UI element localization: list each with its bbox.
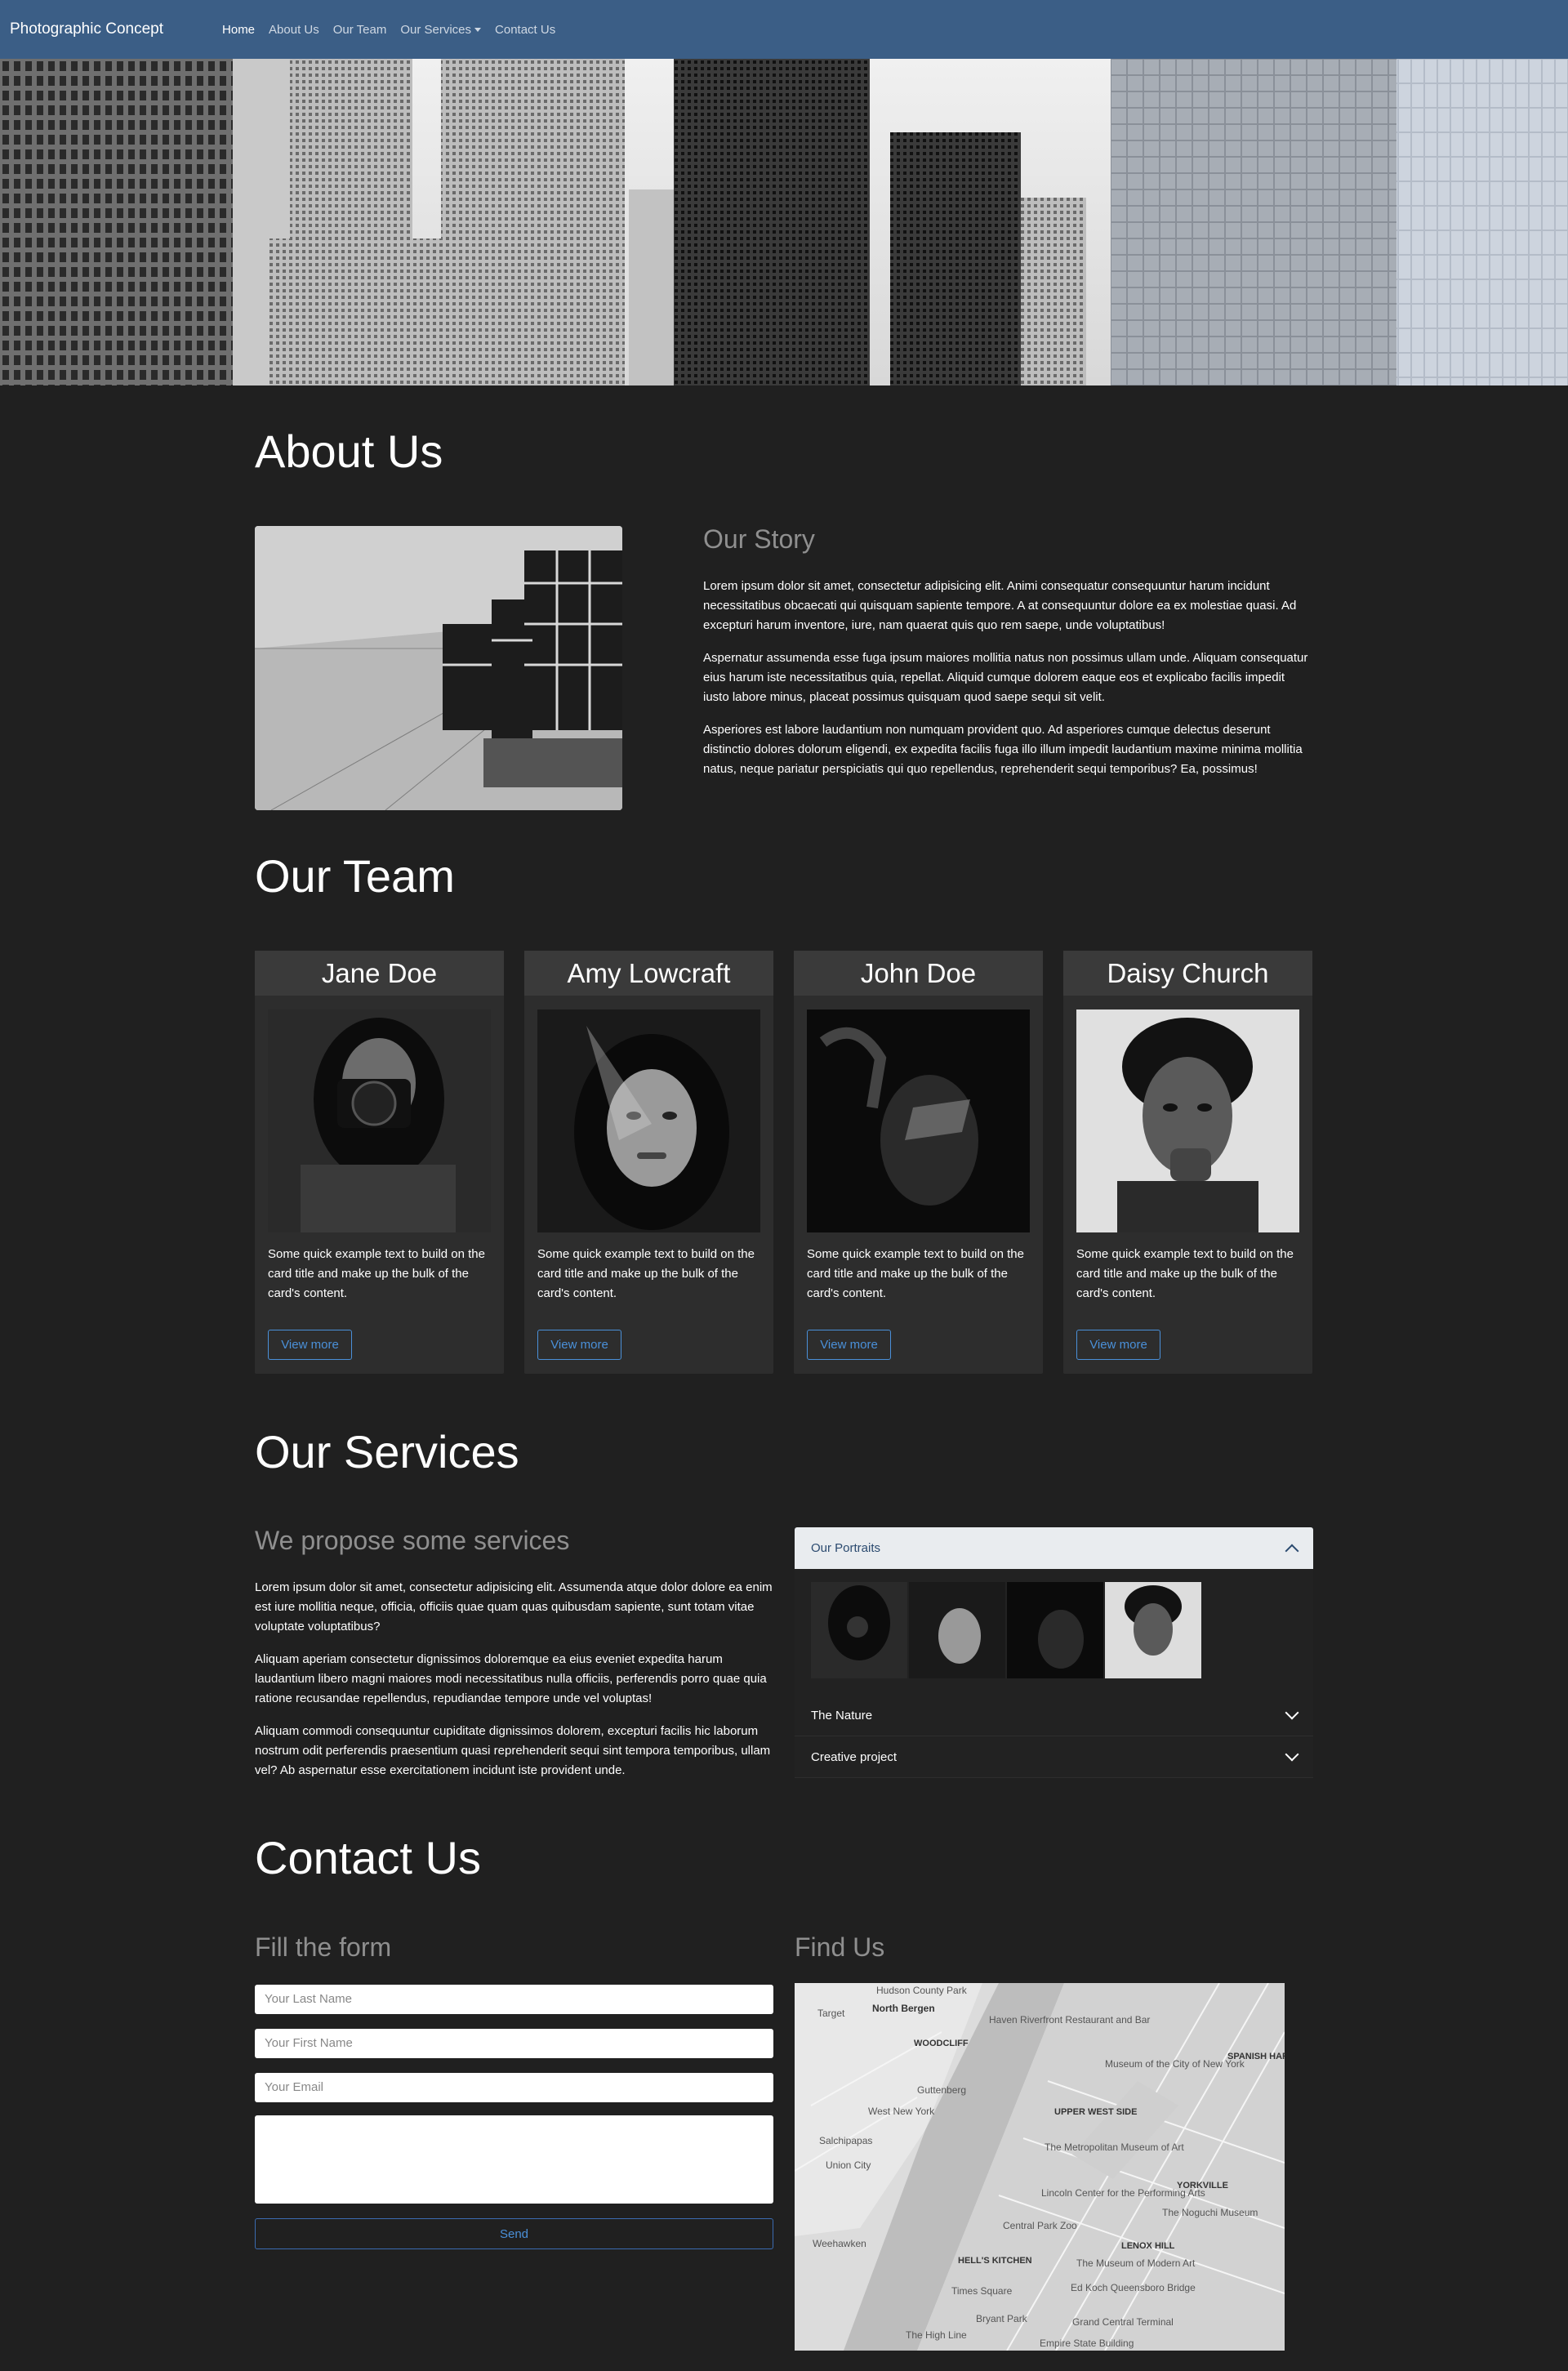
map-label: HELL'S KITCHEN xyxy=(958,2256,1032,2266)
map-label: Central Park Zoo xyxy=(1003,2220,1077,2231)
map-label: The High Line xyxy=(906,2329,967,2341)
map-label: Haven Riverfront Restaurant and Bar xyxy=(989,2014,1151,2026)
portrait-thumbnail[interactable] xyxy=(909,1582,1005,1678)
caret-down-icon xyxy=(474,28,482,33)
last-name-input[interactable]: Your Last Name xyxy=(255,1985,773,2014)
about-text-block: Lorem ipsum dolor sit amet, consectetur … xyxy=(703,577,1313,792)
team-card: John Doe Some quick example text to buil… xyxy=(794,951,1043,1374)
map-label: Lincoln Center for the Performing Arts xyxy=(1041,2187,1205,2199)
map-label: Weehawken xyxy=(813,2238,866,2249)
map-label: Hudson County Park xyxy=(876,1985,967,1996)
chevron-down-icon xyxy=(1285,1747,1299,1762)
map-label: North Bergen xyxy=(872,2003,935,2014)
view-more-button[interactable]: View more xyxy=(268,1330,352,1360)
accordion-label: Our Portraits xyxy=(811,1541,881,1555)
team-card: Amy Lowcraft Some quick example text to … xyxy=(524,951,773,1374)
team-photo xyxy=(1076,1009,1299,1232)
nav-link-team[interactable]: Our Team xyxy=(333,23,387,37)
first-name-input[interactable]: Your First Name xyxy=(255,2029,773,2058)
map-label: WOODCLIFF xyxy=(914,2039,969,2048)
brand-logo[interactable]: Photographic Concept xyxy=(10,20,163,38)
portrait-thumbnail[interactable] xyxy=(1105,1582,1201,1678)
card-description: Some quick example text to build on the … xyxy=(268,1247,485,1300)
nav-link-home[interactable]: Home xyxy=(222,23,255,37)
google-map[interactable]: Hudson County Park North Bergen Target H… xyxy=(795,1983,1285,2351)
map-label: Target xyxy=(817,2008,845,2019)
card-name: John Doe xyxy=(794,951,1043,996)
accordion-header-portraits[interactable]: Our Portraits xyxy=(795,1527,1313,1569)
portrait-thumbnail[interactable] xyxy=(811,1582,907,1678)
map-label: Ed Koch Queensboro Bridge xyxy=(1071,2282,1196,2293)
card-name: Jane Doe xyxy=(255,951,504,996)
about-subtitle: Our Story xyxy=(703,524,815,554)
view-more-button[interactable]: View more xyxy=(1076,1330,1160,1360)
hero-banner-image xyxy=(0,59,1568,386)
navbar: Photographic Concept Home About Us Our T… xyxy=(0,0,1568,59)
map-label: The Noguchi Museum xyxy=(1162,2207,1258,2218)
services-paragraph: Aliquam commodi consequuntur cupiditate … xyxy=(255,1724,771,1777)
map-label: Grand Central Terminal xyxy=(1072,2316,1174,2328)
map-label: SPANISH HARLEM xyxy=(1227,2052,1285,2061)
form-title: Fill the form xyxy=(255,1932,392,1962)
hero-skyline-illustration xyxy=(0,59,1568,386)
nav-link-services-label: Our Services xyxy=(400,22,472,37)
contact-title: Contact Us xyxy=(255,1832,481,1883)
portrait-thumbnail[interactable] xyxy=(1007,1582,1103,1678)
card-description: Some quick example text to build on the … xyxy=(807,1247,1024,1300)
view-more-button[interactable]: View more xyxy=(537,1330,621,1360)
nav-link-about[interactable]: About Us xyxy=(269,23,319,37)
map-label: The Metropolitan Museum of Art xyxy=(1045,2141,1184,2153)
chevron-up-icon xyxy=(1285,1544,1299,1558)
about-architecture-image xyxy=(255,526,622,810)
message-textarea[interactable] xyxy=(255,2115,773,2204)
about-title: About Us xyxy=(255,426,443,477)
map-label: Bryant Park xyxy=(976,2313,1027,2324)
accordion-header-creative[interactable]: Creative project xyxy=(795,1736,1313,1778)
nav-link-contact[interactable]: Contact Us xyxy=(495,23,555,37)
map-label: West New York xyxy=(868,2106,935,2117)
team-photo xyxy=(537,1009,760,1232)
services-title: Our Services xyxy=(255,1426,519,1477)
about-paragraph: Lorem ipsum dolor sit amet, consectetur … xyxy=(703,579,1297,632)
card-description: Some quick example text to build on the … xyxy=(537,1247,755,1300)
about-paragraph: Asperiores est labore laudantium non num… xyxy=(703,723,1303,776)
services-subtitle: We propose some services xyxy=(255,1526,570,1555)
services-paragraph: Aliquam aperiam consectetur dignissimos … xyxy=(255,1652,767,1705)
chevron-down-icon xyxy=(1285,1705,1299,1720)
email-input[interactable]: Your Email xyxy=(255,2073,773,2102)
map-label: Guttenberg xyxy=(917,2084,967,2096)
send-button[interactable]: Send xyxy=(255,2218,773,2249)
map-label: Empire State Building xyxy=(1040,2338,1134,2349)
accordion-label: The Nature xyxy=(811,1708,873,1723)
accordion-body-portraits xyxy=(795,1569,1313,1695)
map-label: The Museum of Modern Art xyxy=(1076,2257,1196,2269)
card-description: Some quick example text to build on the … xyxy=(1076,1247,1294,1300)
map-label: UPPER WEST SIDE xyxy=(1054,2107,1138,2117)
card-name: Amy Lowcraft xyxy=(524,951,773,996)
team-photo xyxy=(268,1009,491,1232)
nav-links: Home About Us Our Team Our Services Cont… xyxy=(222,23,569,37)
map-label: Salchipapas xyxy=(819,2135,873,2146)
about-paragraph: Aspernatur assumenda esse fuga ipsum mai… xyxy=(703,651,1308,704)
map-label: Museum of the City of New York xyxy=(1105,2058,1245,2070)
map-label: Union City xyxy=(826,2159,871,2171)
accordion-header-nature[interactable]: The Nature xyxy=(795,1695,1313,1736)
map-label: Times Square xyxy=(951,2285,1013,2297)
view-more-button[interactable]: View more xyxy=(807,1330,891,1360)
map-label: LENOX HILL xyxy=(1121,2241,1175,2251)
team-photo xyxy=(807,1009,1030,1232)
services-accordion: Our Portraits The Nature Creative projec… xyxy=(795,1527,1313,1778)
services-paragraph: Lorem ipsum dolor sit amet, consectetur … xyxy=(255,1580,773,1633)
card-name: Daisy Church xyxy=(1063,951,1312,996)
map-title: Find Us xyxy=(795,1932,885,1962)
team-card: Daisy Church Some quick example text to … xyxy=(1063,951,1312,1374)
team-title: Our Team xyxy=(255,850,455,902)
accordion-label: Creative project xyxy=(811,1749,898,1764)
team-card: Jane Doe Some quick example text to buil… xyxy=(255,951,504,1374)
nav-link-services-dropdown[interactable]: Our Services xyxy=(400,22,482,37)
services-text-block: Lorem ipsum dolor sit amet, consectetur … xyxy=(255,1578,773,1794)
